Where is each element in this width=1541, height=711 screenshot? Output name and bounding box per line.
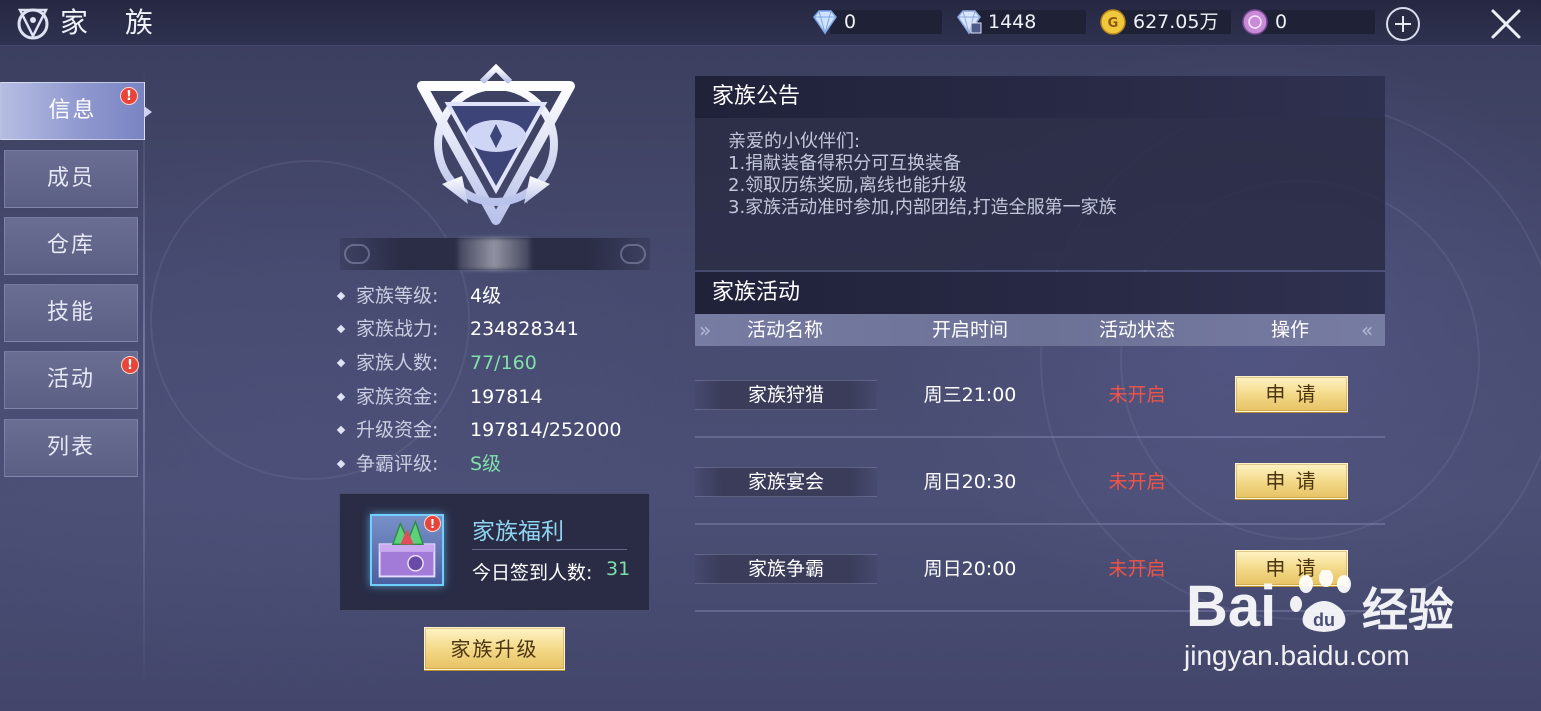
notice-line: 1.捐献装备得积分可互换装备 (728, 153, 962, 174)
alert-badge: ! (120, 87, 138, 105)
activity-name: 家族宴会 (695, 467, 877, 497)
currency-value: 1448 (988, 11, 1037, 33)
activity-name: 家族争霸 (695, 554, 877, 584)
stat-label: 升级资金: (356, 419, 439, 441)
row-divider (695, 436, 1385, 438)
sidebar-item-label: 成员 (46, 166, 95, 191)
baidu-jingyan-watermark-logo: Bai du 经验 (1186, 570, 1454, 639)
currency-gold: G 627.05万 (1099, 8, 1231, 36)
notice-line: 2.领取历练奖励,离线也能升级 (728, 175, 967, 196)
stat-label: 家族战力: (356, 318, 439, 340)
sidebar-item-label: 列表 (46, 435, 95, 460)
activity-status: 未开启 (1108, 384, 1166, 406)
sidebar-item-warehouse[interactable]: 仓库 (4, 217, 138, 275)
currency-value: 0 (844, 11, 857, 33)
notice-line: 亲爱的小伙伴们: (728, 131, 861, 152)
stat-label: 家族人数: (356, 352, 439, 374)
watermark-url: jingyan.baidu.com (1184, 640, 1410, 671)
bound-diamond-icon (957, 10, 982, 35)
table-row: 家族宴会 周日20:30 未开启 申 请 (695, 439, 1385, 525)
signin-count-label: 今日签到人数: (472, 562, 593, 584)
stat-value: S级 (470, 453, 502, 475)
notice-line: 3.家族活动准时参加,内部团结,打造全服第一家族 (728, 197, 1117, 218)
stat-value: 4级 (470, 285, 502, 307)
family-emblem-icon (17, 8, 49, 40)
top-bar: 家 族 0 1448 G 627.05万 0 (0, 0, 1541, 46)
welfare-title: 家族福利 (472, 519, 564, 545)
currency-bound-diamond: 1448 (954, 8, 1086, 36)
diamond-icon (813, 10, 837, 35)
svg-text:Bai: Bai (1186, 574, 1276, 639)
column-header: 操作 (1270, 319, 1309, 341)
family-welfare-card[interactable]: ! 家族福利 今日签到人数: 31 (339, 493, 650, 611)
currency-diamond: 0 (810, 8, 942, 36)
gold-coin-icon: G (1100, 9, 1126, 35)
sidebar-rail (143, 60, 145, 690)
stat-value: 197814/252000 (470, 419, 622, 441)
stat-label: 家族资金: (356, 386, 439, 408)
stat-value: 234828341 (470, 318, 579, 340)
stat-label: 家族等级: (356, 285, 439, 307)
sidebar-item-list[interactable]: 列表 (4, 419, 138, 477)
svg-text:经验: 经验 (1362, 583, 1454, 637)
apply-button[interactable]: 申 请 (1235, 376, 1348, 412)
currency-contribution: 0 (1241, 8, 1375, 36)
activities-header: 家族活动 (695, 272, 1385, 314)
divider (472, 549, 627, 550)
name-bar-ornament (620, 244, 646, 264)
currency-value: 0 (1275, 11, 1288, 33)
name-bar-ornament (344, 244, 370, 264)
sidebar-item-label: 技能 (46, 300, 95, 325)
stat-value: 77/160 (470, 352, 537, 374)
svg-text:G: G (1108, 16, 1119, 31)
sidebar-item-label: 仓库 (46, 233, 95, 258)
family-emblem (417, 64, 575, 225)
sidebar-item-activities[interactable]: 活动 ! (4, 351, 139, 409)
family-upgrade-button[interactable]: 家族升级 (424, 627, 565, 670)
activity-time: 周日20:00 (923, 558, 1017, 580)
notice-header: 家族公告 (695, 76, 1385, 118)
activity-time: 周日20:30 (923, 471, 1017, 493)
column-header: 活动状态 (1098, 319, 1175, 341)
svg-text:du: du (1313, 610, 1335, 630)
activity-status: 未开启 (1108, 471, 1166, 493)
alert-badge: ! (424, 515, 441, 532)
sidebar-item-info[interactable]: 信息 ! (0, 82, 152, 140)
sidebar-item-skills[interactable]: 技能 (4, 284, 138, 342)
chevron-left-icon: « (1361, 318, 1374, 342)
row-divider (695, 523, 1385, 525)
activities-table-header: » 活动名称 开启时间 活动状态 操作 « (695, 314, 1385, 346)
sidebar-item-label: 信息 (48, 98, 97, 123)
column-header: 活动名称 (746, 319, 823, 341)
currency-value: 627.05万 (1133, 11, 1219, 33)
sidebar-item-members[interactable]: 成员 (4, 150, 138, 208)
table-row: 家族狩猎 周三21:00 未开启 申 请 (695, 352, 1385, 438)
close-icon[interactable] (1488, 6, 1524, 42)
apply-button[interactable]: 申 请 (1235, 463, 1348, 499)
alert-badge: ! (121, 356, 139, 374)
column-header: 开启时间 (931, 319, 1008, 341)
family-name-redacted (458, 238, 530, 270)
sidebar-item-label: 活动 (46, 367, 95, 392)
chevron-right-icon: » (699, 318, 712, 342)
signin-count-value: 31 (606, 558, 631, 580)
activity-time: 周三21:00 (923, 384, 1017, 406)
activity-name: 家族狩猎 (695, 380, 877, 410)
stat-value: 197814 (470, 386, 543, 408)
add-currency-button[interactable] (1386, 7, 1420, 41)
stat-label: 争霸评级: (356, 453, 439, 475)
contribution-icon (1242, 9, 1268, 35)
page-title: 家 族 (60, 6, 167, 39)
